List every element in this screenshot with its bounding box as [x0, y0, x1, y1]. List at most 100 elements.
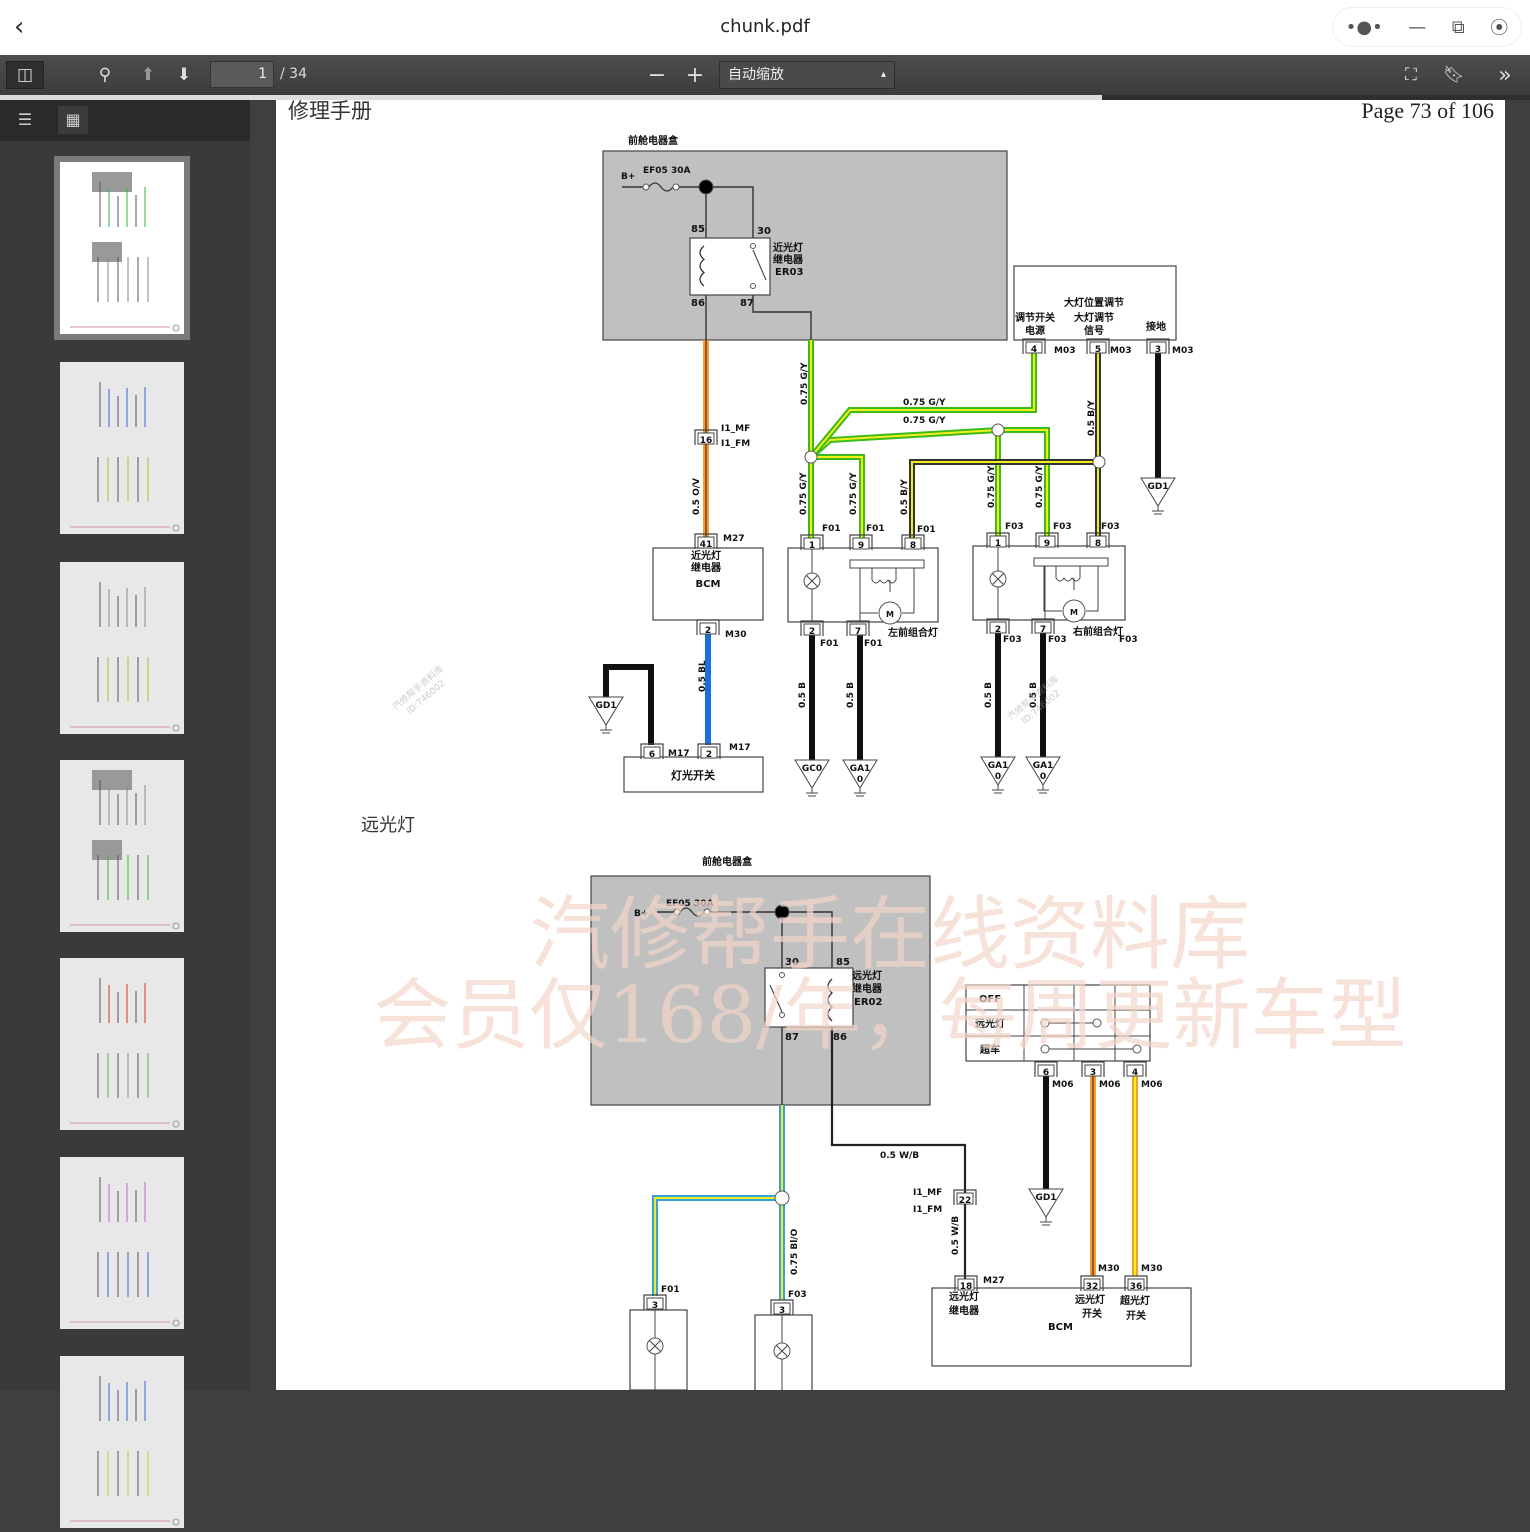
diagram-label: F01 [866, 524, 885, 534]
page-number-label: Page 73 of 106 [1361, 100, 1494, 123]
diagram-label: BCM [1048, 1322, 1073, 1333]
restore-icon[interactable]: ⧉ [1452, 17, 1465, 38]
diagram-label: 0 [1040, 772, 1046, 782]
fullscreen-icon[interactable]: ⛶ [1398, 61, 1424, 89]
thumbnail-page-1[interactable] [54, 156, 190, 340]
diagram-label: 0.75 G/Y [903, 416, 946, 426]
diagram-label: 信号 [1084, 324, 1104, 337]
ground-symbol [806, 788, 818, 797]
diagram-label: 0.75 G/Y [987, 465, 997, 508]
thumbnail-view-icon[interactable]: ▦ [58, 106, 88, 134]
wire-bl-o [654, 1197, 782, 1296]
thumbnail-page-3[interactable] [60, 562, 184, 734]
diagram-label: 0.75 G/Y [849, 472, 859, 515]
zoom-in-icon[interactable]: + [684, 61, 706, 89]
diagram-label: 右前组合灯 [1072, 625, 1123, 638]
diagram-label: 86 [691, 298, 705, 309]
zoom-select[interactable]: 自动缩放 ▴ [719, 61, 895, 89]
diagram-label: F03 [788, 1290, 807, 1300]
diagram-label: 0.5 B/Y [1087, 400, 1097, 436]
thumbnail-page-2[interactable] [60, 362, 184, 534]
ground-symbol [600, 725, 612, 734]
diagram-label: GA1 [1033, 761, 1054, 771]
diagram-label: 2 [706, 750, 712, 760]
wire-bl-o [652, 1195, 782, 1296]
diagram-label: M17 [668, 749, 689, 759]
more-icon[interactable]: •●• [1346, 17, 1383, 38]
thumbnail-page-5[interactable] [60, 958, 184, 1130]
diagram-label: F03 [1048, 635, 1067, 645]
diagram-label: 2 [995, 625, 1001, 635]
diagram-label: GA1 [988, 761, 1009, 771]
diagram-label: 0.5 W/B [880, 1151, 919, 1161]
diagram-label: 18 [960, 1282, 973, 1292]
updown-icon: ▴ [880, 69, 886, 80]
diagram-label: 6 [649, 750, 655, 760]
search-icon[interactable]: ⚲ [92, 61, 118, 89]
title-bar: ‹ chunk.pdf •●• — ⧉ ⦿ [0, 0, 1530, 55]
diagram-label: EF05 30A [643, 166, 690, 176]
diagram-label: BCM [696, 579, 721, 590]
zoom-out-icon[interactable]: − [646, 61, 668, 89]
diagram-label: M06 [1052, 1080, 1073, 1090]
diagram-label: M03 [1110, 346, 1131, 356]
diagram-label: 9 [858, 541, 864, 551]
diagram-label: I1_MF [913, 1188, 942, 1198]
diagram-label: M27 [983, 1276, 1004, 1286]
diagram-label: I1_FM [721, 439, 750, 449]
sidebar-toggle-icon[interactable]: ◫ [6, 61, 44, 89]
previous-page-icon[interactable]: ⬆ [136, 61, 160, 89]
diagram-label: 0 [995, 772, 1001, 782]
page-number-input[interactable]: 1 [210, 61, 274, 88]
junction-node [991, 423, 1005, 437]
diagram-label: 8 [1095, 539, 1101, 549]
more-tools-icon[interactable]: » [1490, 61, 1520, 89]
thumbnail-page-4[interactable] [60, 760, 184, 932]
diagram-label: 0.5 B/Y [900, 479, 910, 515]
watermark-text: 会员仅168/年，每周更新车型 [373, 971, 1406, 1061]
zoom-select-value: 自动缩放 [728, 67, 784, 83]
bookmark-icon[interactable]: 🔖︎ [1442, 61, 1466, 89]
minimize-icon[interactable]: — [1408, 17, 1426, 38]
next-page-icon[interactable]: ⬇ [172, 61, 196, 89]
diagram-label: M [1070, 608, 1078, 617]
diagram-label: B+ [621, 172, 635, 182]
relay-contact [750, 283, 756, 289]
diagram-label: GD1 [1035, 1193, 1056, 1203]
diagram-label: F03 [1053, 522, 1072, 532]
small-watermark: 汽修帮手资料库ID:746002 [390, 663, 448, 717]
diagram-label: M06 [1099, 1080, 1120, 1090]
diagram-label: GC0 [802, 764, 822, 774]
thumbnail-page-6[interactable] [60, 1157, 184, 1329]
adjuster-bar [1033, 557, 1109, 567]
diagram-label: 远光灯 [1075, 1293, 1105, 1306]
diagram-label: F01 [661, 1285, 680, 1295]
pdf-toolbar: ◫ ⚲ ⬆ ⬇ 1 / 34 − + 自动缩放 ▴ ⛶ 🔖︎ » [0, 55, 1530, 95]
diagram-label: M30 [725, 630, 746, 640]
diagram-label: F01 [822, 524, 841, 534]
diagram-label: I1_MF [721, 424, 750, 434]
diagram-label: F01 [917, 525, 936, 535]
diagram-label: 前舱电器盒 [628, 134, 679, 147]
diagram-label: 16 [700, 436, 713, 446]
outline-view-icon[interactable]: ☰ [10, 106, 40, 134]
thumbnail-page-7[interactable] [60, 1356, 184, 1528]
diagram-label: 大灯位置调节 [1064, 296, 1124, 309]
close-circle-icon[interactable]: ⦿ [1490, 14, 1508, 40]
diagram-label: M30 [1141, 1264, 1162, 1274]
diagram-label: F03 [1005, 522, 1024, 532]
relay-contact [750, 243, 756, 249]
diagram-label: 继电器 [773, 253, 804, 266]
diagram-label: 灯光开关 [671, 768, 715, 782]
junction-node [1092, 455, 1106, 469]
thumbnail-sidebar: ☰ ▦ [0, 100, 250, 1528]
diagram-label: 0.75 G/Y [903, 398, 946, 408]
diagram-label: 36 [1130, 1282, 1143, 1292]
diagram-label: 7 [1040, 625, 1046, 635]
diagram-label: 接地 [1146, 320, 1166, 333]
watermark-text: 汽修帮手在线资料库 [530, 888, 1250, 981]
diagram-label: GD1 [1147, 482, 1168, 492]
adjuster-bar [849, 559, 925, 569]
diagram-label: 0.75 G/Y [799, 472, 809, 515]
diagram-label: M06 [1141, 1080, 1162, 1090]
